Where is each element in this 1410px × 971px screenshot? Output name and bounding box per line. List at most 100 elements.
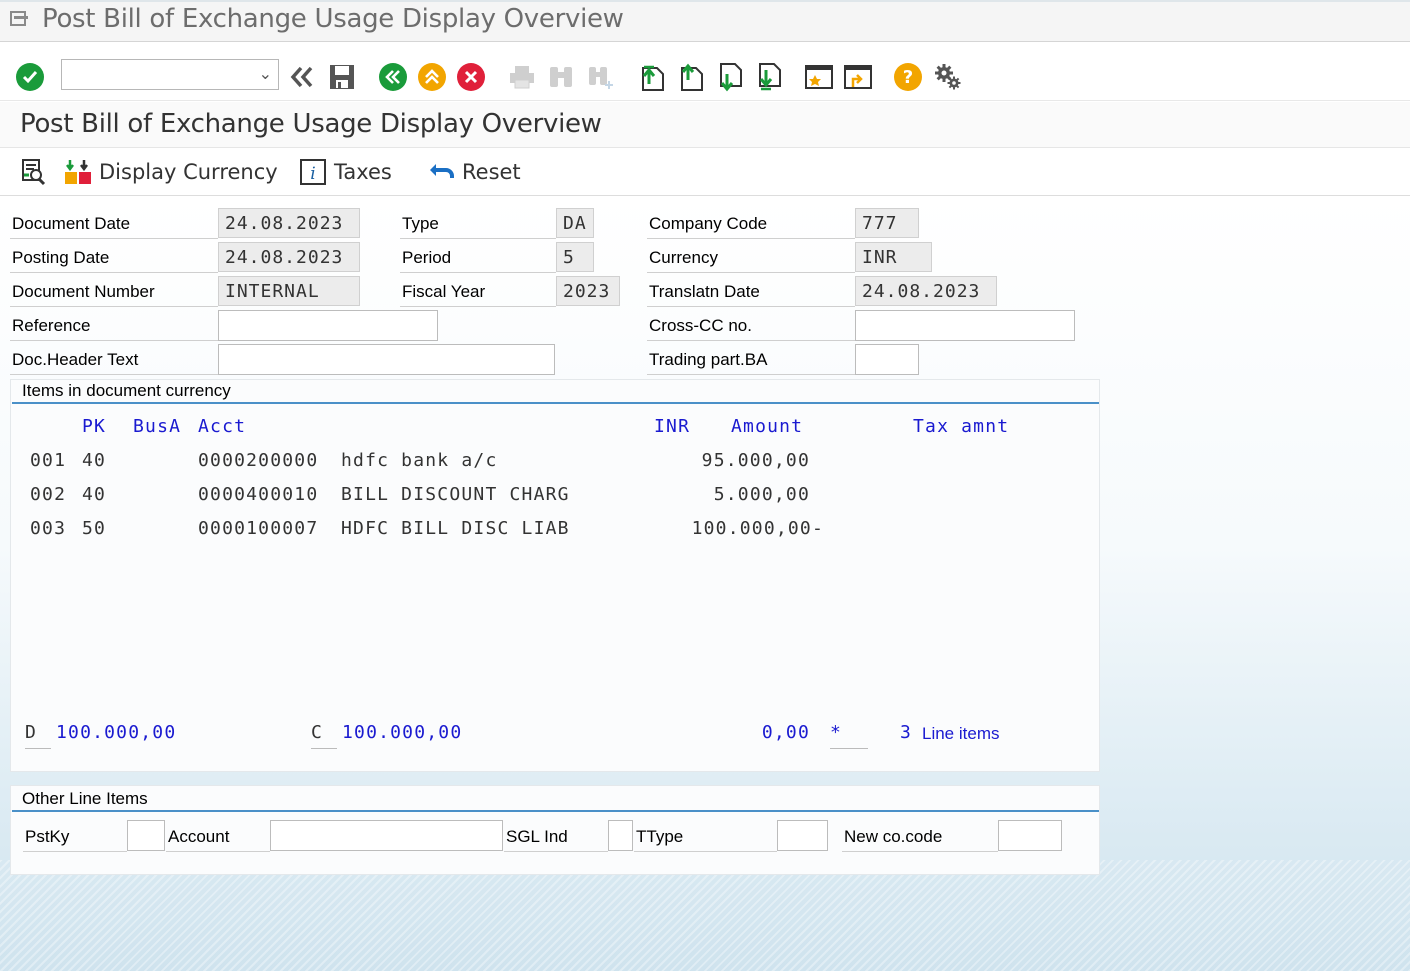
row-amount: 5.000,00	[713, 484, 810, 505]
fiscal-year-field[interactable]: 2023	[556, 276, 620, 306]
row-amount: 95.000,00	[701, 450, 810, 471]
balance-total: 0,00	[761, 722, 810, 743]
row-number: 002	[30, 484, 67, 505]
display-currency-button[interactable]: Display Currency	[63, 156, 278, 188]
find-icon	[546, 61, 576, 93]
row-amount: 100.000,00-	[691, 518, 824, 539]
document-overview-button[interactable]	[20, 156, 48, 188]
items-group	[10, 379, 1100, 772]
fiscal-year-label: Fiscal Year	[400, 277, 556, 307]
document-number-label: Document Number	[10, 277, 218, 307]
translatn-date-label: Translatn Date	[647, 277, 855, 307]
svg-text:i: i	[310, 164, 315, 184]
column-pk: PK	[82, 416, 107, 437]
new-cocode-label: New co.code	[842, 822, 998, 852]
currency-icon	[65, 160, 91, 184]
trading-part-input[interactable]	[855, 344, 919, 375]
taxes-button[interactable]: i Taxes	[299, 156, 392, 188]
pstky-input[interactable]	[127, 820, 165, 851]
previous-page-icon[interactable]	[676, 61, 706, 93]
period-field[interactable]: 5	[556, 242, 594, 272]
currency-label: Currency	[647, 243, 855, 273]
pstky-label: PstKy	[23, 822, 127, 852]
document-search-icon	[22, 159, 46, 186]
cross-cc-label: Cross-CC no.	[647, 311, 855, 341]
sgl-ind-input[interactable]	[608, 820, 633, 851]
column-busa: BusA	[133, 416, 182, 437]
find-next-icon	[586, 61, 616, 93]
items-group-title: Items in document currency	[22, 381, 231, 400]
row-pk: 40	[82, 484, 107, 505]
window-title: Post Bill of Exchange Usage Display Over…	[42, 4, 624, 34]
column-acct: Acct	[198, 416, 247, 437]
back-icon[interactable]	[378, 61, 408, 93]
row-account-name: HDFC BILL DISC LIAB	[341, 518, 570, 539]
type-label: Type	[400, 209, 556, 239]
translatn-date-field[interactable]: 24.08.2023	[855, 276, 997, 306]
settings-icon[interactable]	[933, 61, 963, 93]
period-label: Period	[400, 243, 556, 273]
check-icon[interactable]	[15, 61, 45, 93]
column-currency: INR	[654, 416, 691, 437]
posting-date-label: Posting Date	[10, 243, 218, 273]
debit-total: 100.000,00	[56, 722, 177, 743]
row-account-name: BILL DISCOUNT CHARG	[341, 484, 570, 505]
cancel-icon[interactable]	[456, 61, 486, 93]
doc-header-text-input[interactable]	[218, 344, 555, 375]
page-title: Post Bill of Exchange Usage Display Over…	[20, 109, 602, 139]
other-line-items-title: Other Line Items	[22, 789, 148, 808]
command-dropdown-icon[interactable]: ⌄	[259, 64, 272, 83]
row-account-name: hdfc bank a/c	[341, 450, 498, 471]
balance-status: *	[830, 722, 868, 749]
sgl-ind-label: SGL Ind	[504, 822, 608, 852]
debit-indicator: D	[25, 722, 51, 749]
reset-label: Reset	[462, 160, 521, 184]
type-field[interactable]: DA	[556, 208, 594, 238]
save-icon[interactable]	[327, 61, 357, 93]
reset-button[interactable]: Reset	[428, 156, 521, 188]
first-page-icon[interactable]	[637, 61, 667, 93]
new-cocode-input[interactable]	[998, 820, 1062, 851]
back-double-icon[interactable]	[287, 61, 317, 93]
row-account: 0000100007	[198, 518, 319, 539]
info-icon: i	[300, 159, 326, 185]
exit-icon[interactable]	[417, 61, 447, 93]
ttype-label: TType	[634, 822, 777, 852]
last-page-icon[interactable]	[754, 61, 784, 93]
line-count: 3	[900, 722, 913, 743]
items-group-divider	[12, 402, 1099, 404]
taxes-label: Taxes	[334, 160, 392, 184]
cross-cc-input[interactable]	[855, 310, 1075, 341]
company-code-field[interactable]: 777	[855, 208, 919, 238]
row-pk: 40	[82, 450, 107, 471]
reference-input[interactable]	[218, 310, 438, 341]
document-date-field[interactable]: 24.08.2023	[218, 208, 360, 238]
display-currency-label: Display Currency	[99, 160, 278, 184]
shortcut-icon[interactable]	[843, 61, 873, 93]
credit-total: 100.000,00	[342, 722, 463, 743]
row-number: 001	[30, 450, 67, 471]
print-icon	[507, 61, 537, 93]
create-session-icon[interactable]	[804, 61, 834, 93]
company-code-label: Company Code	[647, 209, 855, 239]
row-account: 0000400010	[198, 484, 319, 505]
help-icon[interactable]: ?	[893, 61, 923, 93]
currency-field[interactable]: INR	[855, 242, 932, 272]
command-field[interactable]: ⌄	[61, 59, 279, 90]
posting-date-field[interactable]: 24.08.2023	[218, 242, 360, 272]
other-line-items-divider	[12, 810, 1099, 812]
document-number-field[interactable]: INTERNAL	[218, 276, 360, 306]
background-pattern	[0, 860, 1410, 971]
next-page-icon[interactable]	[715, 61, 745, 93]
row-pk: 50	[82, 518, 107, 539]
trading-part-label: Trading part.BA	[647, 345, 855, 375]
column-tax-amount: Tax amnt	[913, 416, 1010, 437]
window-menu-icon[interactable]	[10, 10, 32, 28]
ttype-input[interactable]	[777, 820, 828, 851]
account-input[interactable]	[270, 820, 503, 851]
row-number: 003	[30, 518, 67, 539]
document-date-label: Document Date	[10, 209, 218, 239]
undo-icon	[430, 164, 454, 178]
doc-header-text-label: Doc.Header Text	[10, 345, 218, 375]
reference-label: Reference	[10, 311, 218, 341]
